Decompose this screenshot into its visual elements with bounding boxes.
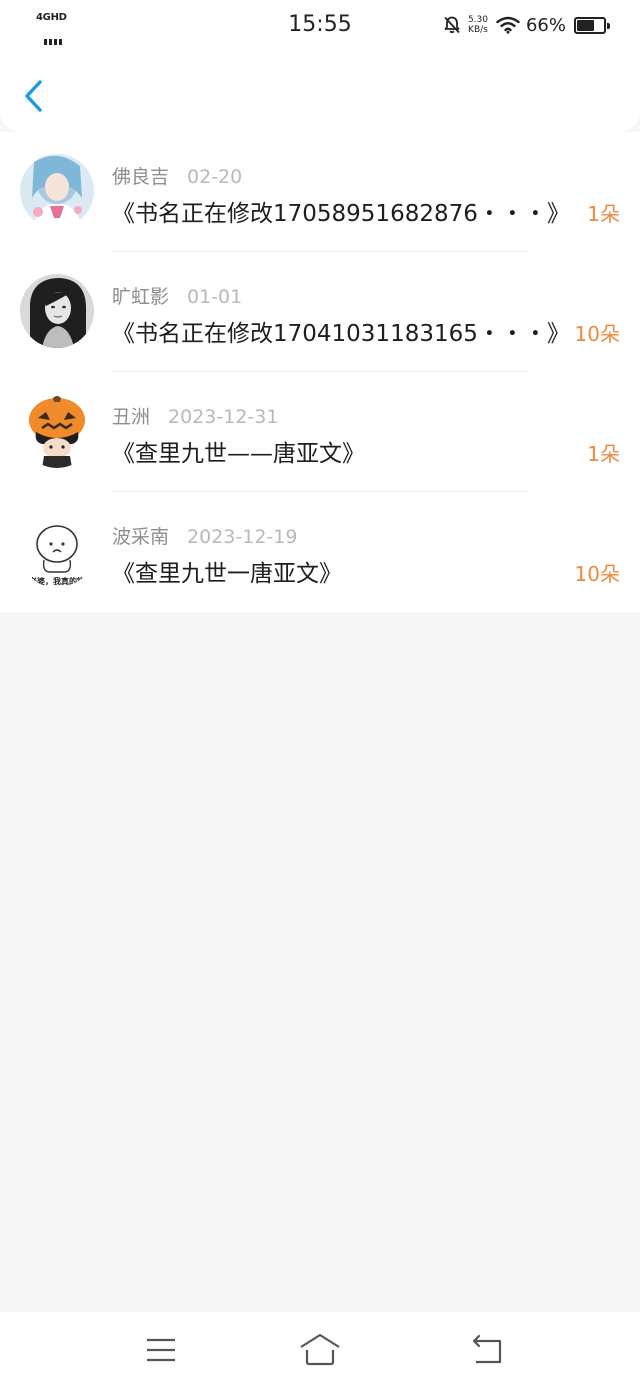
- item-date: 2023-12-31: [168, 406, 279, 428]
- book-title: 《查里九世一唐亚文》: [112, 561, 342, 587]
- gift-record-list: 佛良吉 02-20 《书名正在修改17058951682876・・・》 1朵 旷…: [0, 132, 640, 612]
- system-nav-bar: [0, 1312, 640, 1387]
- avatar[interactable]: [20, 154, 94, 228]
- sender-name: 波采南: [112, 526, 170, 548]
- gift-amount: 10朵: [574, 562, 620, 586]
- network-speed: 5.30 KB/s: [467, 15, 488, 35]
- menu-button[interactable]: [141, 1330, 181, 1370]
- item-date: 2023-12-19: [187, 526, 298, 548]
- back-nav-button[interactable]: [468, 1330, 508, 1370]
- sender-name: 丑洲: [112, 406, 151, 428]
- home-button[interactable]: [298, 1330, 342, 1370]
- item-date: 02-20: [187, 166, 243, 188]
- list-item[interactable]: 佛良吉 02-20 《书名正在修改17058951682876・・・》 1朵: [0, 132, 640, 252]
- avatar[interactable]: [20, 274, 94, 348]
- book-title: 《查里九世——唐亚文》: [112, 441, 365, 467]
- back-button[interactable]: [18, 76, 52, 116]
- signal-bars-icon: [44, 26, 64, 45]
- battery-icon: [574, 16, 610, 34]
- battery-percent: 66%: [525, 14, 566, 36]
- sender-name: 旷虹影: [112, 286, 170, 308]
- avatar[interactable]: [20, 394, 94, 468]
- gift-amount: 1朵: [587, 442, 620, 466]
- item-meta: 丑洲 2023-12-31: [112, 402, 278, 429]
- book-title: 《书名正在修改17058951682876・・・》: [112, 201, 570, 227]
- avatar[interactable]: 老婆，我真的错: [20, 514, 94, 588]
- chevron-left-icon: [25, 80, 42, 112]
- item-meta: 旷虹影 01-01: [112, 282, 242, 309]
- book-title: 《书名正在修改17041031183165・・・》: [112, 321, 570, 347]
- gift-amount: 1朵: [587, 202, 620, 226]
- list-item[interactable]: 旷虹影 01-01 《书名正在修改17041031183165・・・》 10朵: [0, 252, 640, 372]
- status-bar: 4GHD 15:55 5.30 KB/s 66%: [0, 0, 640, 50]
- network-type: 4GHD: [36, 12, 67, 23]
- signal-indicator: 4GHD: [36, 12, 76, 45]
- wifi-icon: [496, 16, 520, 34]
- home-icon: [300, 1333, 340, 1366]
- header: [0, 50, 640, 132]
- sender-name: 佛良吉: [112, 166, 170, 188]
- item-meta: 佛良吉 02-20: [112, 162, 242, 189]
- notification-muted-icon: [444, 16, 460, 34]
- status-icons: 5.30 KB/s 66%: [442, 12, 610, 38]
- gift-amount: 10朵: [574, 322, 620, 346]
- page: 4GHD 15:55 5.30 KB/s 66% 佛良吉 02-20 《书名正在…: [0, 0, 640, 1387]
- item-meta: 波采南 2023-12-19: [112, 522, 297, 549]
- list-item[interactable]: 老婆，我真的错 波采南 2023-12-19 《查里九世一唐亚文》 10朵: [0, 492, 640, 612]
- list-item[interactable]: 丑洲 2023-12-31 《查里九世——唐亚文》 1朵: [0, 372, 640, 492]
- back-icon: [472, 1334, 502, 1364]
- menu-icon: [147, 1338, 175, 1362]
- avatar-caption: 老婆，我真的错: [28, 576, 85, 586]
- clock: 15:55: [288, 12, 352, 37]
- item-date: 01-01: [187, 286, 243, 308]
